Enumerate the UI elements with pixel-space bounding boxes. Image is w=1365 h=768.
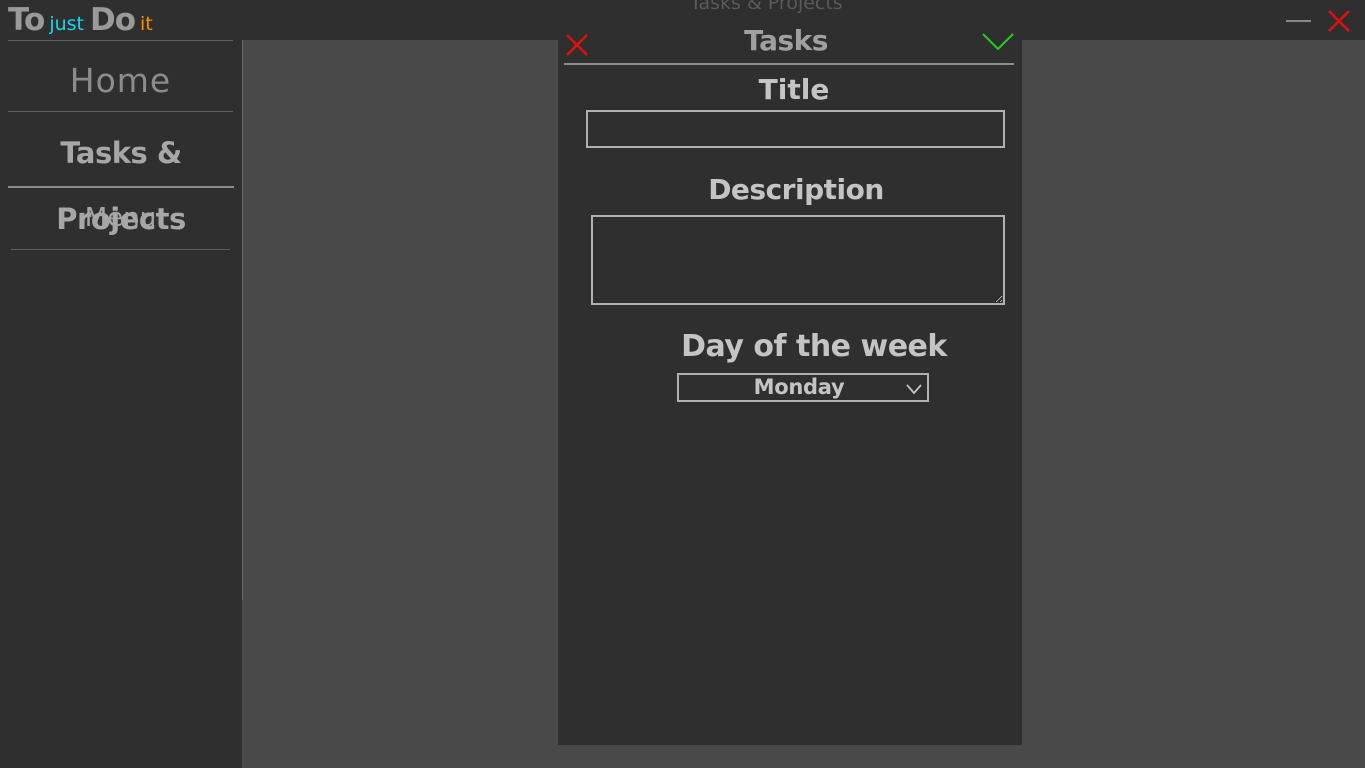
description-input[interactable]	[591, 215, 1005, 305]
description-label: Description	[708, 173, 884, 206]
sidebar-item-menu[interactable]: Menu	[11, 188, 230, 250]
day-of-week-select[interactable]: Monday	[677, 373, 929, 402]
title-input[interactable]	[586, 110, 1005, 148]
confirm-button[interactable]	[981, 30, 1015, 54]
app-window: To just Do it Tasks & Projects Home Tasks &…	[0, 0, 1365, 768]
close-icon	[1328, 10, 1350, 32]
task-dialog: Tasks Title Description Day of the week …	[558, 24, 1022, 745]
logo-do: Do	[90, 2, 136, 38]
dialog-divider	[564, 63, 1014, 65]
title-label: Title	[758, 73, 830, 106]
logo-it: it	[140, 13, 153, 35]
sidebar: Home Tasks & Projects Menu	[0, 40, 242, 768]
app-logo: To just Do it	[8, 2, 153, 40]
close-icon	[566, 34, 588, 56]
logo-just: just	[49, 13, 84, 35]
sidebar-item-tasks-projects[interactable]: Tasks & Projects	[8, 120, 234, 236]
chevron-down-icon	[906, 384, 922, 395]
window-close-button[interactable]	[1326, 8, 1352, 34]
content-divider	[242, 40, 243, 600]
check-icon	[982, 33, 1014, 51]
logo-to: To	[8, 2, 45, 38]
dialog-title: Tasks	[744, 24, 828, 57]
day-of-week-label: Day of the week	[681, 329, 947, 364]
cancel-button[interactable]	[564, 32, 590, 58]
window-title: Tasks & Projects	[690, 0, 843, 14]
sidebar-item-home[interactable]: Home	[8, 40, 233, 112]
sidebar-item-label: Menu	[84, 203, 157, 233]
sidebar-item-label: Home	[69, 61, 172, 100]
day-of-week-value: Monday	[753, 375, 845, 399]
minimize-button[interactable]	[1286, 20, 1311, 22]
